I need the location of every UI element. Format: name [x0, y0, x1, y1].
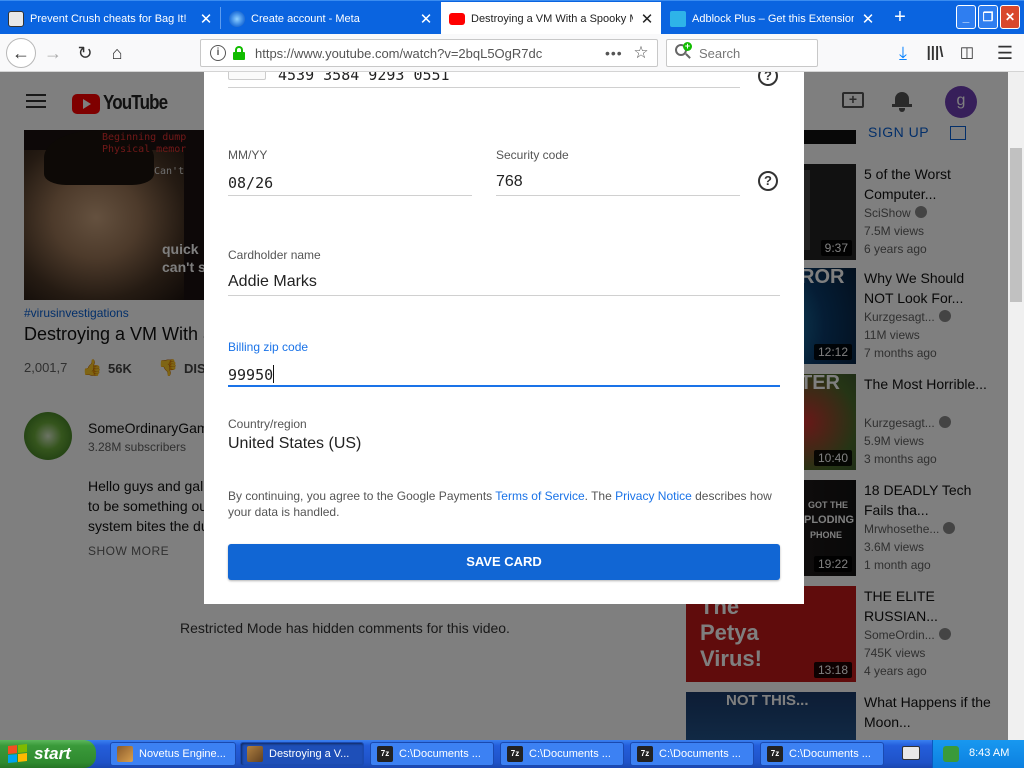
globe-favicon-icon [229, 10, 245, 27]
legal-text: By continuing, you agree to the Google P… [228, 488, 780, 520]
7zip-icon: 7z [637, 746, 653, 762]
youtube-favicon-icon [449, 12, 465, 25]
7zip-icon: 7z [377, 746, 393, 762]
taskbar-item-label: C:\Documents ... [399, 748, 481, 760]
screen: Prevent Crush cheats for Bag It! ✕ Creat… [0, 0, 1024, 768]
zip-underline-focused [228, 385, 780, 387]
new-tab-button[interactable]: + [886, 5, 914, 31]
security-code-input[interactable]: 768 [496, 173, 523, 191]
country-select[interactable]: United States (US) [228, 435, 361, 453]
home-icon[interactable]: ⌂ [104, 40, 130, 66]
7zip-icon: 7z [767, 746, 783, 762]
start-button[interactable]: start [0, 740, 96, 768]
hamburger-menu-icon[interactable]: ☰ [992, 40, 1018, 66]
zip-label: Billing zip code [228, 340, 309, 354]
close-window-button[interactable]: ✕ [1000, 5, 1020, 29]
taskbar-item-label: C:\Documents ... [529, 748, 611, 760]
browser-app-icon [247, 746, 263, 762]
puzzle-favicon-icon [670, 10, 686, 27]
terms-of-service-link[interactable]: Terms of Service [495, 489, 584, 503]
novetus-icon [117, 746, 133, 762]
sidebar-icon[interactable]: ◫ [954, 40, 980, 66]
tab-title: Create account - Meta [251, 12, 360, 25]
security-code-underline [496, 195, 740, 196]
search-bar[interactable]: + Search [666, 39, 818, 67]
close-tab-icon[interactable]: ✕ [198, 10, 214, 28]
text-caret [273, 365, 275, 383]
taskbar-item-label: C:\Documents ... [789, 748, 871, 760]
info-icon[interactable]: i [210, 45, 226, 61]
taskbar-item-7zip-2[interactable]: 7z C:\Documents ... [500, 742, 624, 766]
security-code-label: Security code [496, 148, 569, 162]
page-viewport: YouTube + g Beginning dump Physical memo… [0, 72, 1024, 740]
url-text[interactable]: https://www.youtube.com/watch?v=2bqL5OgR… [255, 46, 605, 61]
search-icon: + [675, 42, 693, 62]
keyboard-layout-icon[interactable] [902, 746, 920, 760]
close-tab-icon[interactable]: ✕ [639, 10, 655, 28]
country-label: Country/region [228, 417, 307, 431]
taskbar-item-7zip-4[interactable]: 7z C:\Documents ... [760, 742, 884, 766]
clock[interactable]: 8:43 AM [969, 747, 1009, 759]
tab-title: Adblock Plus – Get this Extension [692, 12, 854, 25]
card-number-value[interactable]: 4539 3584 9293 0551 [278, 72, 450, 84]
search-placeholder[interactable]: Search [699, 46, 740, 61]
expiry-underline [228, 195, 472, 196]
back-arrow-icon[interactable]: ← [6, 38, 36, 68]
tab-destroying-vm[interactable]: Destroying a VM With a Spooky M ✕ [441, 2, 661, 35]
page-actions-icon[interactable]: ••• [605, 45, 625, 61]
taskbar-item-label: Destroying a V... [269, 748, 350, 760]
security-code-help-icon[interactable]: ? [758, 171, 778, 191]
reload-icon[interactable]: ↻ [72, 40, 98, 66]
start-label: start [34, 744, 71, 763]
game-favicon-icon [8, 10, 24, 27]
7zip-icon: 7z [507, 746, 523, 762]
navigation-toolbar: ← → ↻ ⌂ i https://www.youtube.com/watch?… [0, 34, 1024, 72]
tab-title: Destroying a VM With a Spooky M [471, 12, 633, 25]
zip-input[interactable]: 99950 [228, 365, 275, 385]
library-icon[interactable]: |||\ [922, 40, 948, 66]
cardholder-underline [228, 295, 780, 296]
bookmark-star-icon[interactable]: ☆ [631, 43, 651, 63]
page-scrollbar[interactable] [1008, 72, 1024, 740]
lock-icon[interactable] [233, 46, 245, 60]
zip-value[interactable]: 99950 [228, 366, 273, 384]
url-bar[interactable]: i https://www.youtube.com/watch?v=2bqL5O… [200, 39, 658, 67]
card-number-underline [228, 87, 740, 88]
maximize-button[interactable]: ❐ [978, 5, 998, 29]
tab-strip: Prevent Crush cheats for Bag It! ✕ Creat… [0, 0, 1024, 35]
download-icon[interactable]: ⤓ [890, 40, 916, 66]
card-help-icon[interactable]: ? [758, 72, 778, 86]
forward-arrow-icon[interactable]: → [40, 40, 66, 66]
taskbar-item-firefox[interactable]: Destroying a V... [240, 742, 364, 766]
minimize-button[interactable]: _ [956, 5, 976, 29]
scrollbar-thumb[interactable] [1010, 148, 1022, 302]
windows-taskbar: start Novetus Engine... Destroying a V..… [0, 740, 1024, 768]
tab-title: Prevent Crush cheats for Bag It! [30, 12, 187, 25]
taskbar-item-7zip-1[interactable]: 7z C:\Documents ... [370, 742, 494, 766]
tab-adblock-plus[interactable]: Adblock Plus – Get this Extension ✕ [662, 3, 882, 34]
taskbar-item-7zip-3[interactable]: 7z C:\Documents ... [630, 742, 754, 766]
save-card-button[interactable]: SAVE CARD [228, 544, 780, 580]
taskbar-item-label: Novetus Engine... [139, 748, 226, 760]
cardholder-input[interactable]: Addie Marks [228, 273, 317, 291]
legal-prefix: By continuing, you agree to the Google P… [228, 489, 496, 503]
close-tab-icon[interactable]: ✕ [418, 10, 434, 28]
legal-middle: . The [584, 489, 616, 503]
add-card-dialog: 4539 3584 9293 0551 ? MM/YY 08/26 Securi… [204, 72, 804, 604]
tab-prevent-crush[interactable]: Prevent Crush cheats for Bag It! ✕ [0, 3, 220, 34]
cardholder-label: Cardholder name [228, 248, 321, 262]
taskbar-item-novetus[interactable]: Novetus Engine... [110, 742, 236, 766]
expiry-input[interactable]: 08/26 [228, 174, 273, 192]
close-tab-icon[interactable]: ✕ [860, 10, 876, 28]
system-tray: 8:43 AM [932, 740, 1024, 768]
taskbar-item-label: C:\Documents ... [659, 748, 741, 760]
privacy-notice-link[interactable]: Privacy Notice [615, 489, 692, 503]
tray-app-icon[interactable] [943, 746, 959, 762]
expiry-label: MM/YY [228, 148, 268, 162]
tab-create-account[interactable]: Create account - Meta ✕ [221, 3, 440, 34]
windows-logo-icon [8, 744, 28, 764]
card-brand-icon [228, 72, 266, 80]
